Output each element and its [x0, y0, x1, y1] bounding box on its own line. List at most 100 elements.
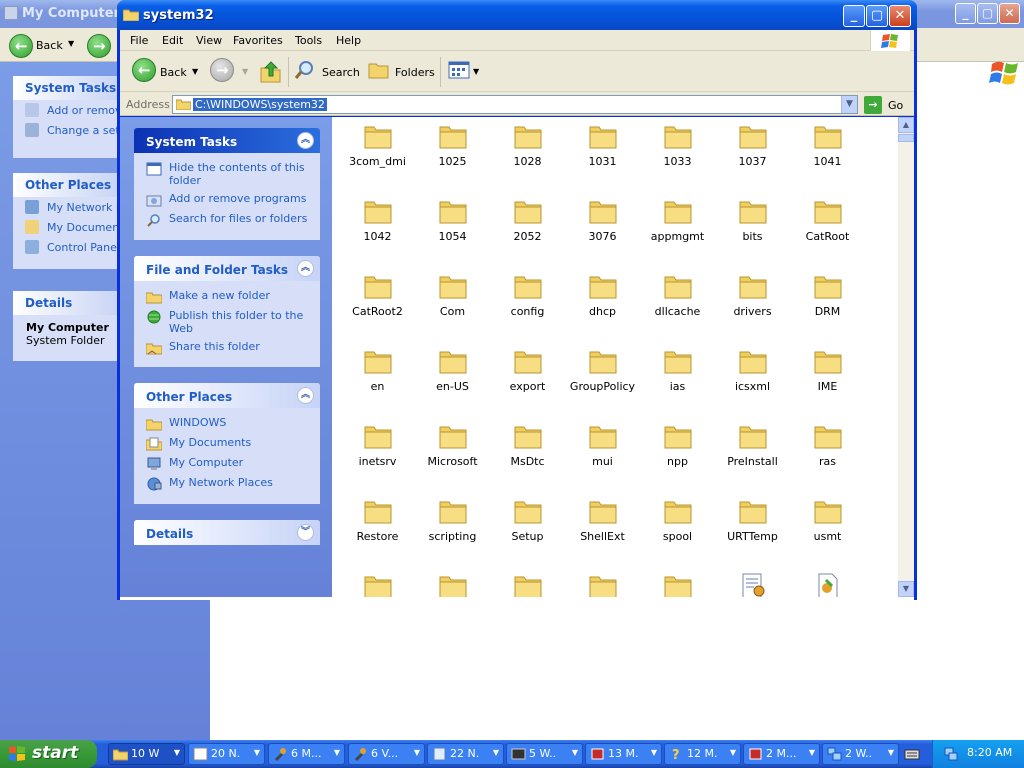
folder-item[interactable]: CatRoot2 — [340, 267, 415, 342]
scroll-thumb[interactable] — [898, 134, 914, 142]
folder-item[interactable]: 1054 — [415, 192, 490, 267]
folder-item[interactable]: usmt — [790, 492, 865, 567]
maximize-button[interactable]: ▢ — [866, 5, 888, 27]
folder-item[interactable] — [490, 567, 565, 597]
taskbar-button[interactable]: 6 V... ▼ — [348, 743, 425, 765]
folder-item[interactable]: ras — [790, 417, 865, 492]
folder-item[interactable]: CatRoot — [790, 192, 865, 267]
folder-item[interactable] — [415, 567, 490, 597]
address-input[interactable]: C:\WINDOWS\system32 ▼ — [172, 95, 858, 114]
forward-button[interactable]: → — [87, 34, 111, 58]
taskbar-button[interactable]: 6 M... ▼ — [268, 743, 345, 765]
folder-item[interactable]: 1025 — [415, 117, 490, 192]
vertical-scrollbar[interactable]: ▲ ▼ — [898, 117, 914, 597]
taskbar-button[interactable]: 5 W.. ▼ — [506, 743, 583, 765]
folder-item[interactable]: Com — [415, 267, 490, 342]
collapse-icon[interactable]: ︽ — [297, 260, 314, 277]
menu-view[interactable]: View — [196, 34, 222, 47]
folder-item[interactable]: 1028 — [490, 117, 565, 192]
folder-item[interactable]: scripting — [415, 492, 490, 567]
folder-item[interactable]: 2052 — [490, 192, 565, 267]
taskbar-button[interactable]: 20 N. ▼ — [188, 743, 265, 765]
bg-place-control-panel[interactable]: Control Panel — [13, 237, 119, 257]
folder-item[interactable]: spool — [640, 492, 715, 567]
menu-help[interactable]: Help — [336, 34, 361, 47]
address-dropdown-icon[interactable]: ▼ — [841, 96, 857, 113]
folder-item[interactable]: en — [340, 342, 415, 417]
folder-item[interactable]: appmgmt — [640, 192, 715, 267]
folder-item[interactable]: inetsrv — [340, 417, 415, 492]
folder-item[interactable]: IME — [790, 342, 865, 417]
up-folder-icon[interactable] — [260, 60, 282, 84]
taskbar-button[interactable]: 2 M... ▼ — [743, 743, 820, 765]
place-my-documents[interactable]: My Documents — [134, 436, 320, 456]
details-header[interactable]: Details ︾ — [134, 520, 320, 545]
taskbar-button[interactable]: 2 W.. ▼ — [822, 743, 899, 765]
taskbar-button[interactable]: 13 M. ▼ — [585, 743, 662, 765]
bg-task-change-setting[interactable]: Change a sett — [13, 120, 119, 140]
folder-item[interactable]: 3com_dmi — [340, 117, 415, 192]
file-folder-tasks-header[interactable]: File and Folder Tasks ︽ — [134, 256, 320, 281]
folder-item[interactable]: 1031 — [565, 117, 640, 192]
scroll-up-icon[interactable]: ▲ — [898, 117, 914, 133]
collapse-icon[interactable]: ︽ — [297, 387, 314, 404]
folder-item[interactable]: en-US — [415, 342, 490, 417]
folder-item[interactable] — [640, 567, 715, 597]
file-item[interactable] — [715, 567, 790, 597]
window-titlebar[interactable]: system32 _ ▢ ✕ — [117, 0, 917, 30]
folder-item[interactable]: GroupPolicy — [565, 342, 640, 417]
network-status-icon[interactable] — [943, 746, 959, 762]
task-search-files[interactable]: Search for files or folders — [134, 212, 320, 232]
taskbar-button[interactable]: 10 W ▼ — [108, 743, 185, 765]
folder-item[interactable]: dhcp — [565, 267, 640, 342]
folder-item[interactable]: 1033 — [640, 117, 715, 192]
folder-item[interactable]: drivers — [715, 267, 790, 342]
back-dropdown-icon[interactable]: ▼ — [68, 39, 74, 48]
folder-item[interactable]: icsxml — [715, 342, 790, 417]
bg-place-documents[interactable]: My Documents — [13, 217, 119, 237]
taskbar-button[interactable]: ? 12 M. ▼ — [664, 743, 741, 765]
folder-item[interactable]: URTTemp — [715, 492, 790, 567]
folder-item[interactable]: npp — [640, 417, 715, 492]
folder-item[interactable]: dllcache — [640, 267, 715, 342]
close-button[interactable]: ✕ — [889, 5, 911, 27]
folder-item[interactable]: PreInstall — [715, 417, 790, 492]
other-places-header[interactable]: Other Places ︽ — [134, 383, 320, 408]
scroll-down-icon[interactable]: ▼ — [898, 581, 914, 597]
task-publish-to-web[interactable]: Publish this folder to the Web — [134, 309, 320, 340]
place-my-network-places[interactable]: My Network Places — [134, 476, 320, 496]
minimize-button[interactable]: _ — [843, 5, 865, 27]
folder-item[interactable] — [340, 567, 415, 597]
keyboard-icon[interactable] — [904, 746, 920, 762]
folder-item[interactable]: 1042 — [340, 192, 415, 267]
system-tasks-header[interactable]: System Tasks ︽ — [134, 128, 320, 153]
go-button[interactable]: → Go — [864, 96, 910, 114]
place-my-computer[interactable]: My Computer — [134, 456, 320, 476]
folder-item[interactable]: export — [490, 342, 565, 417]
menu-file[interactable]: File — [130, 34, 148, 47]
task-share-folder[interactable]: Share this folder — [134, 340, 320, 360]
menu-edit[interactable]: Edit — [162, 34, 183, 47]
folder-item[interactable]: bits — [715, 192, 790, 267]
folder-item[interactable]: config — [490, 267, 565, 342]
task-add-remove-programs[interactable]: Add or remove programs — [134, 192, 320, 212]
back-button[interactable]: ← — [9, 34, 33, 58]
folder-item[interactable]: Restore — [340, 492, 415, 567]
bg-task-add-remove[interactable]: Add or remove — [13, 100, 119, 120]
folder-item[interactable]: ShellExt — [565, 492, 640, 567]
minimize-button[interactable]: _ — [955, 3, 976, 24]
place-windows[interactable]: WINDOWS — [134, 416, 320, 436]
bg-place-network[interactable]: My Network Pl — [13, 197, 119, 217]
back-dropdown-icon[interactable]: ▼ — [192, 67, 198, 76]
close-button[interactable]: ✕ — [999, 3, 1020, 24]
taskbar-button[interactable]: 22 N. ▼ — [427, 743, 504, 765]
menu-tools[interactable]: Tools — [295, 34, 322, 47]
folder-item[interactable]: 3076 — [565, 192, 640, 267]
folder-item[interactable]: MsDtc — [490, 417, 565, 492]
folder-item[interactable]: mui — [565, 417, 640, 492]
address-value[interactable]: C:\WINDOWS\system32 — [193, 98, 327, 111]
file-item[interactable] — [790, 567, 865, 597]
folder-item[interactable]: Microsoft — [415, 417, 490, 492]
folder-item[interactable]: DRM — [790, 267, 865, 342]
folder-item[interactable]: ias — [640, 342, 715, 417]
